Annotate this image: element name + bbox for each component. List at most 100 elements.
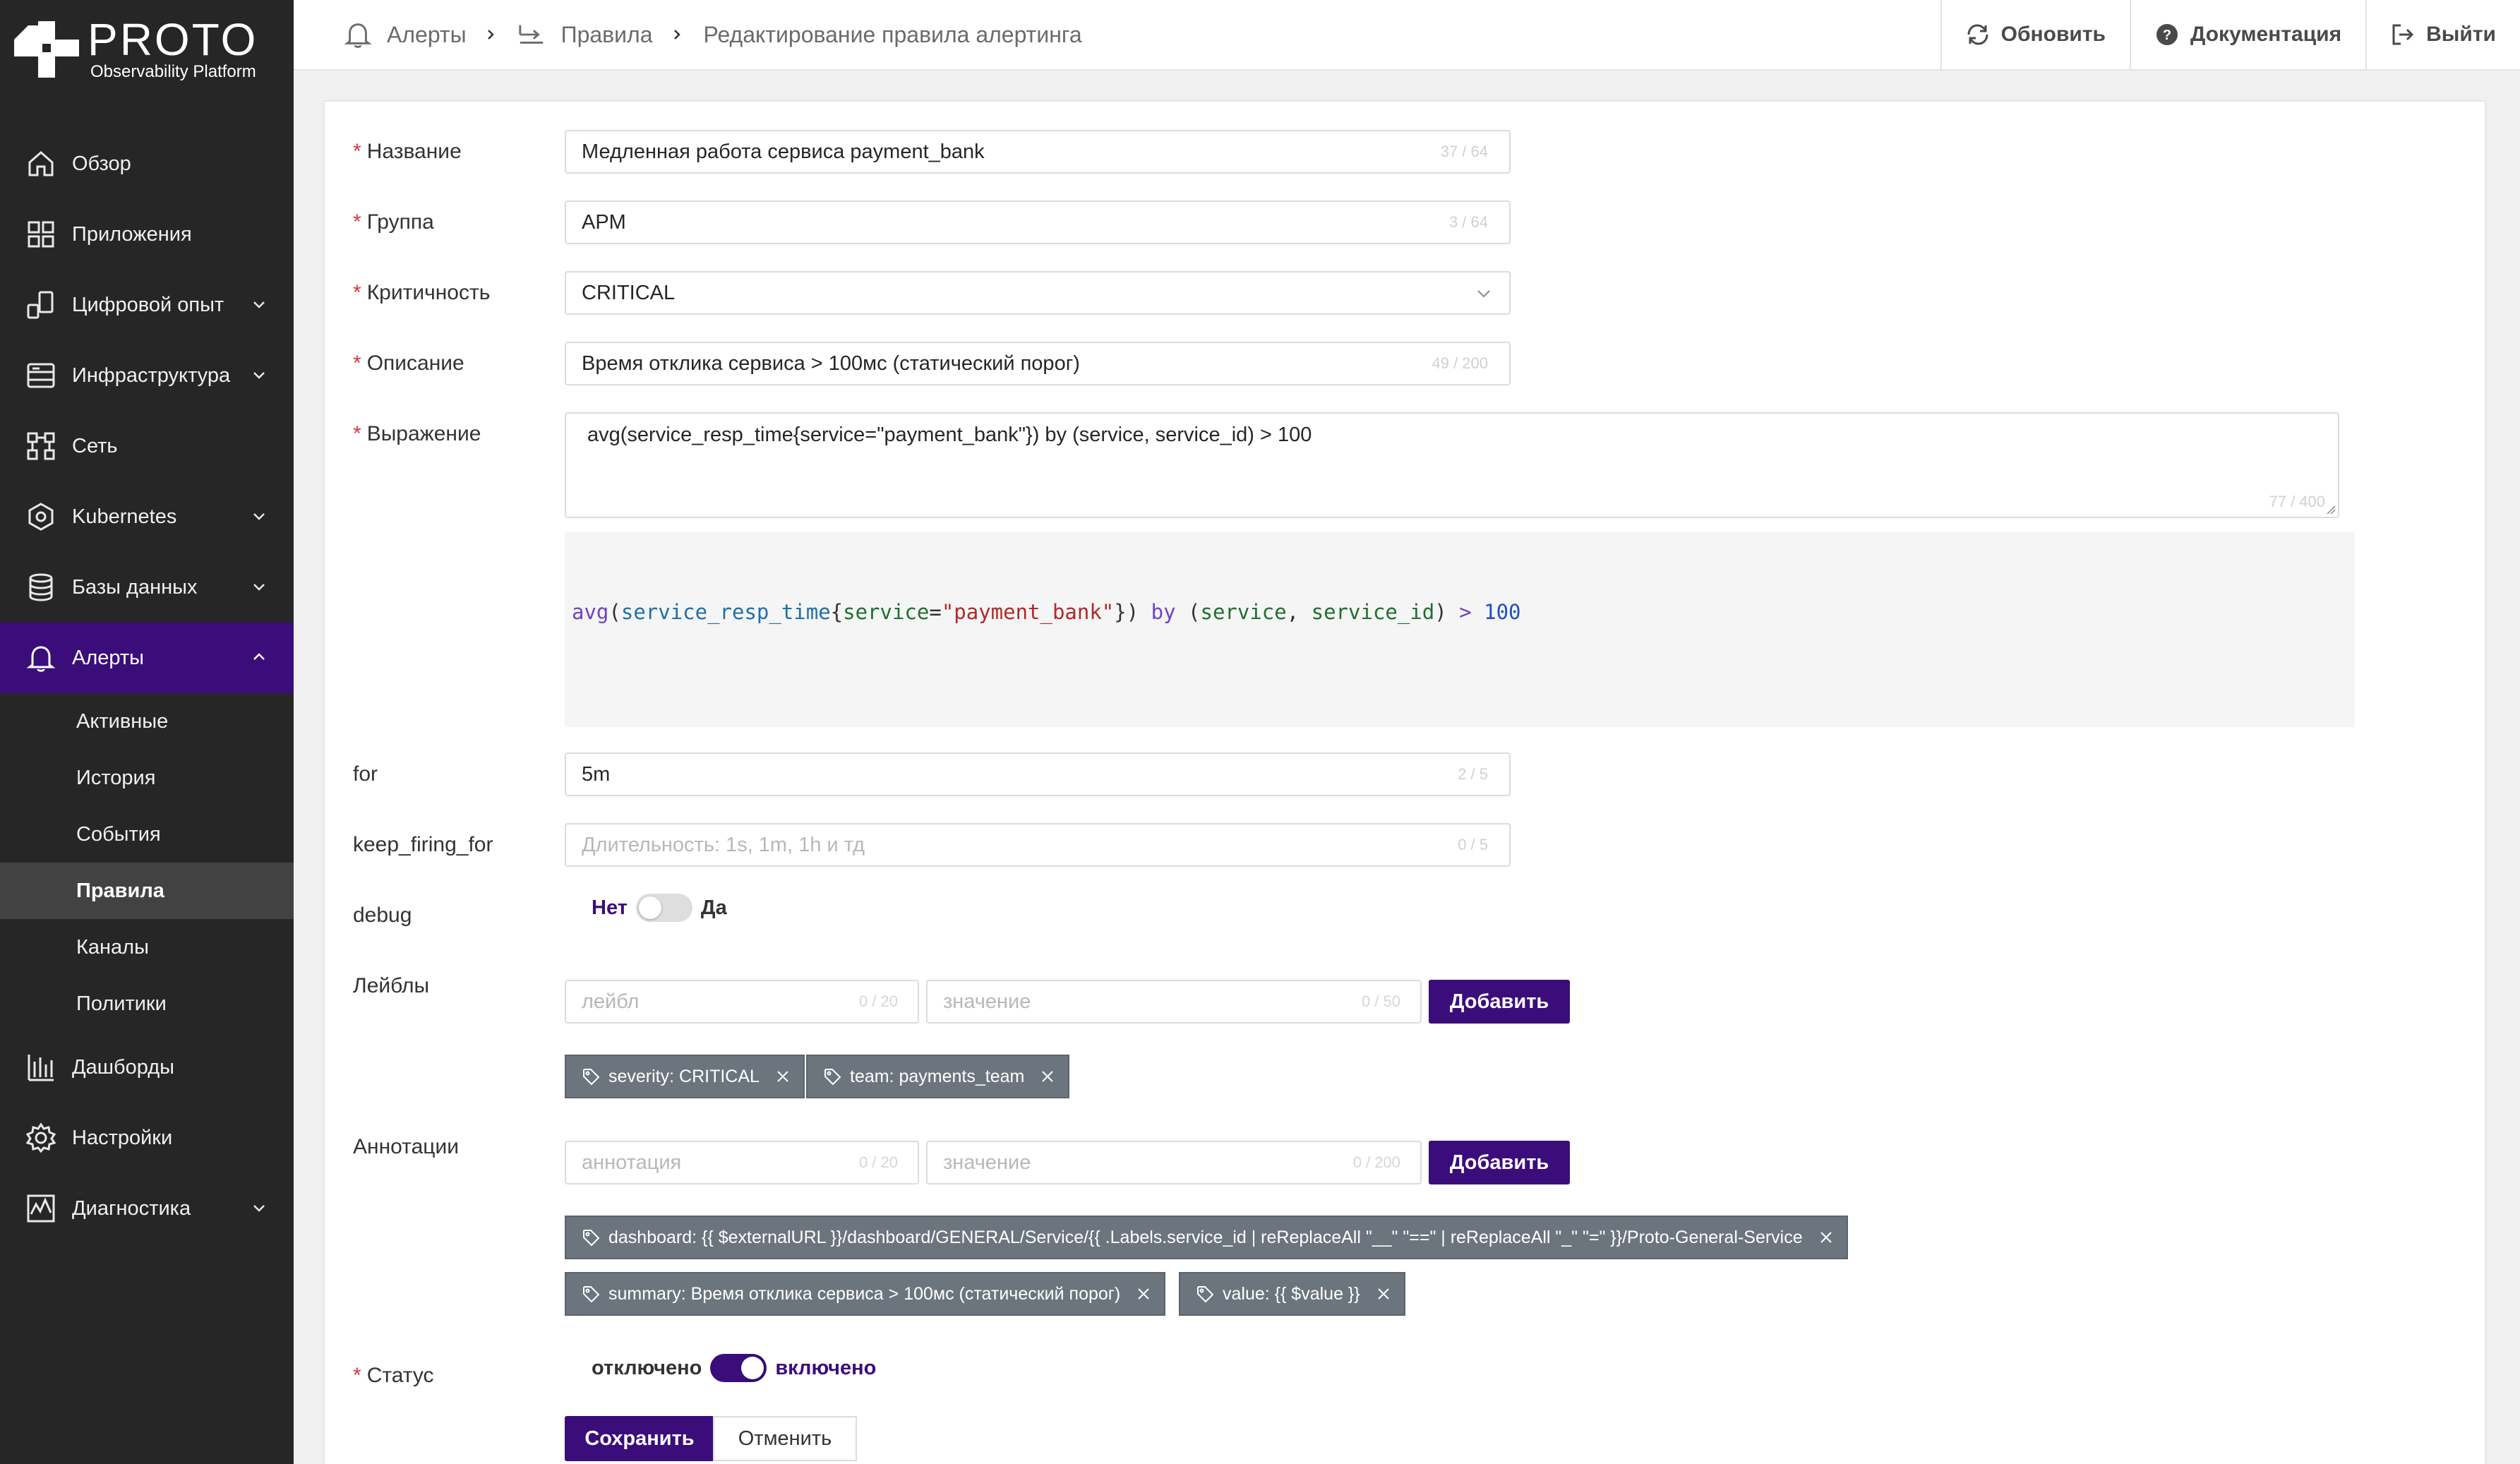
label-value-input[interactable]: значение 0 / 50: [926, 980, 1422, 1024]
chevron-down-icon: [253, 513, 265, 520]
sidebar-item-network[interactable]: Сеть: [0, 411, 294, 481]
sidebar-item-diagnostics[interactable]: Диагностика: [0, 1173, 294, 1244]
debug-toggle-row: Нет Да: [592, 894, 727, 922]
sidebar-item-kubernetes[interactable]: Kubernetes: [0, 481, 294, 552]
annotation-tag: value: {{ $value }}: [1179, 1272, 1405, 1316]
labels-label: Лейблы: [353, 974, 430, 997]
save-button[interactable]: Сохранить: [565, 1416, 714, 1461]
add-annotation-button[interactable]: Добавить: [1429, 1141, 1570, 1184]
code-operator: >: [1459, 600, 1472, 624]
header-actions: Обновить ? Документация Выйти: [1940, 0, 2520, 69]
sidebar-item-label: Диагностика: [72, 1196, 191, 1220]
cancel-button[interactable]: Отменить: [713, 1416, 857, 1461]
chevron-down-icon: [253, 372, 265, 379]
logo-subtitle: Observability Platform: [90, 62, 256, 81]
for-char-count: 2 / 5: [1458, 765, 1488, 783]
sidebar-item-dashboards[interactable]: Дашборды: [0, 1032, 294, 1103]
for-label: for: [353, 762, 378, 786]
diagnostics-icon: [27, 1194, 55, 1223]
code-group-2: service_id: [1311, 600, 1435, 624]
severity-label: * Критичность: [353, 281, 491, 304]
annotation-value-char-count: 0 / 200: [1352, 1153, 1400, 1171]
group-char-count: 3 / 64: [1448, 213, 1488, 231]
required-mark: *: [353, 1364, 361, 1387]
label-key-input[interactable]: лейбл 0 / 20: [565, 980, 919, 1024]
required-mark: *: [353, 140, 361, 163]
name-value: Медленная работа сервиса payment_bank: [582, 140, 985, 163]
sidebar-item-label: Алерты: [72, 646, 145, 669]
sidebar-subitem-history[interactable]: История: [0, 750, 294, 806]
sidebar-item-apps[interactable]: Приложения: [0, 199, 294, 270]
rules-icon: [518, 25, 543, 44]
sidebar-item-alerts[interactable]: Алерты: [0, 623, 294, 693]
sidebar-item-infrastructure[interactable]: Инфраструктура: [0, 340, 294, 411]
breadcrumb: Алерты Правила Редактирование правила ал…: [343, 0, 1082, 69]
digital-experience-icon: [27, 291, 54, 319]
breadcrumb-rules[interactable]: Правила: [517, 20, 653, 49]
database-icon: [29, 573, 53, 601]
name-input[interactable]: Медленная работа сервиса payment_bank 37…: [565, 130, 1511, 174]
status-label: * Статус: [353, 1364, 434, 1387]
expression-textarea[interactable]: avg(service_resp_time{service="payment_b…: [565, 412, 2339, 518]
required-mark: *: [353, 210, 361, 234]
rule-edit-form: * Название Медленная работа сервиса payme…: [323, 100, 2486, 1464]
switch-knob: [638, 896, 661, 919]
label-value-placeholder: значение: [943, 990, 1031, 1013]
tag-icon: [824, 1069, 841, 1086]
status-switch[interactable]: [710, 1354, 767, 1382]
tag-icon: [583, 1230, 600, 1247]
sidebar-subitem-policies[interactable]: Политики: [0, 976, 294, 1032]
description-label: * Описание: [353, 352, 464, 375]
close-icon[interactable]: [1376, 1286, 1391, 1302]
top-header: Алерты Правила Редактирование правила ал…: [294, 0, 2520, 71]
sidebar-item-settings[interactable]: Настройки: [0, 1103, 294, 1173]
sidebar-item-databases[interactable]: Базы данных: [0, 552, 294, 623]
breadcrumb-label: Алерты: [387, 21, 467, 47]
keep-firing-for-label: keep_firing_for: [353, 833, 493, 856]
close-icon[interactable]: [1040, 1069, 1055, 1084]
description-input[interactable]: Время отклика сервиса > 100мс (статическ…: [565, 342, 1511, 385]
debug-switch[interactable]: [635, 894, 692, 922]
logo[interactable]: PROTO Observability Platform: [14, 16, 282, 83]
for-value: 5m: [582, 762, 611, 786]
logo-title: PROTO: [88, 14, 258, 65]
close-icon[interactable]: [1818, 1230, 1834, 1245]
expression-highlight-preview: avg(service_resp_time{service="payment_b…: [565, 532, 2355, 727]
sidebar-item-overview[interactable]: Обзор: [0, 128, 294, 199]
sidebar: PROTO Observability Platform Обзор Прило…: [0, 0, 294, 1464]
expression-value: avg(service_resp_time{service="payment_b…: [587, 424, 1312, 446]
logout-button[interactable]: Выйти: [2365, 0, 2520, 69]
sidebar-item-digital-experience[interactable]: Цифровой опыт: [0, 270, 294, 340]
group-input[interactable]: APM 3 / 64: [565, 200, 1511, 244]
breadcrumb-alerts[interactable]: Алерты: [343, 20, 467, 49]
chevron-down-icon: [253, 584, 265, 591]
resize-handle-icon[interactable]: [2325, 504, 2336, 515]
add-label-button[interactable]: Добавить: [1429, 980, 1570, 1024]
sidebar-item-label: Сеть: [72, 434, 118, 457]
sidebar-item-label: Kubernetes: [72, 505, 177, 528]
annotation-key-input[interactable]: аннотация 0 / 20: [565, 1141, 919, 1184]
chevron-down-icon: [1477, 290, 1490, 298]
keep-firing-for-input[interactable]: Длительность: 1s, 1m, 1h и тд 0 / 5: [565, 823, 1511, 867]
sidebar-subitem-active[interactable]: Активные: [0, 693, 294, 750]
refresh-button[interactable]: Обновить: [1940, 0, 2130, 69]
sidebar-subitem-events[interactable]: События: [0, 806, 294, 863]
for-input[interactable]: 5m 2 / 5: [565, 752, 1511, 796]
label-value-char-count: 0 / 50: [1361, 992, 1400, 1010]
keep-firing-for-placeholder: Длительность: 1s, 1m, 1h и тд: [582, 833, 865, 856]
close-icon[interactable]: [1136, 1286, 1151, 1302]
code-metric: service_resp_time: [620, 600, 831, 624]
label-tag-text: team: payments_team: [850, 1066, 1025, 1086]
annotation-value-input[interactable]: значение 0 / 200: [926, 1141, 1422, 1184]
severity-select[interactable]: CRITICAL: [565, 271, 1511, 315]
apps-grid-icon: [28, 221, 54, 248]
docs-button[interactable]: ? Документация: [2129, 0, 2365, 69]
annotation-key-char-count: 0 / 20: [858, 1153, 898, 1171]
expression-char-count: 77 / 400: [2269, 493, 2325, 510]
close-icon[interactable]: [775, 1069, 791, 1084]
sidebar-nav: Обзор Приложения Цифровой опыт Инфрастру…: [0, 128, 294, 1244]
group-label: * Группа: [353, 210, 434, 234]
logout-icon: [2392, 24, 2414, 45]
sidebar-subitem-rules[interactable]: Правила: [0, 863, 294, 919]
sidebar-subitem-channels[interactable]: Каналы: [0, 919, 294, 976]
